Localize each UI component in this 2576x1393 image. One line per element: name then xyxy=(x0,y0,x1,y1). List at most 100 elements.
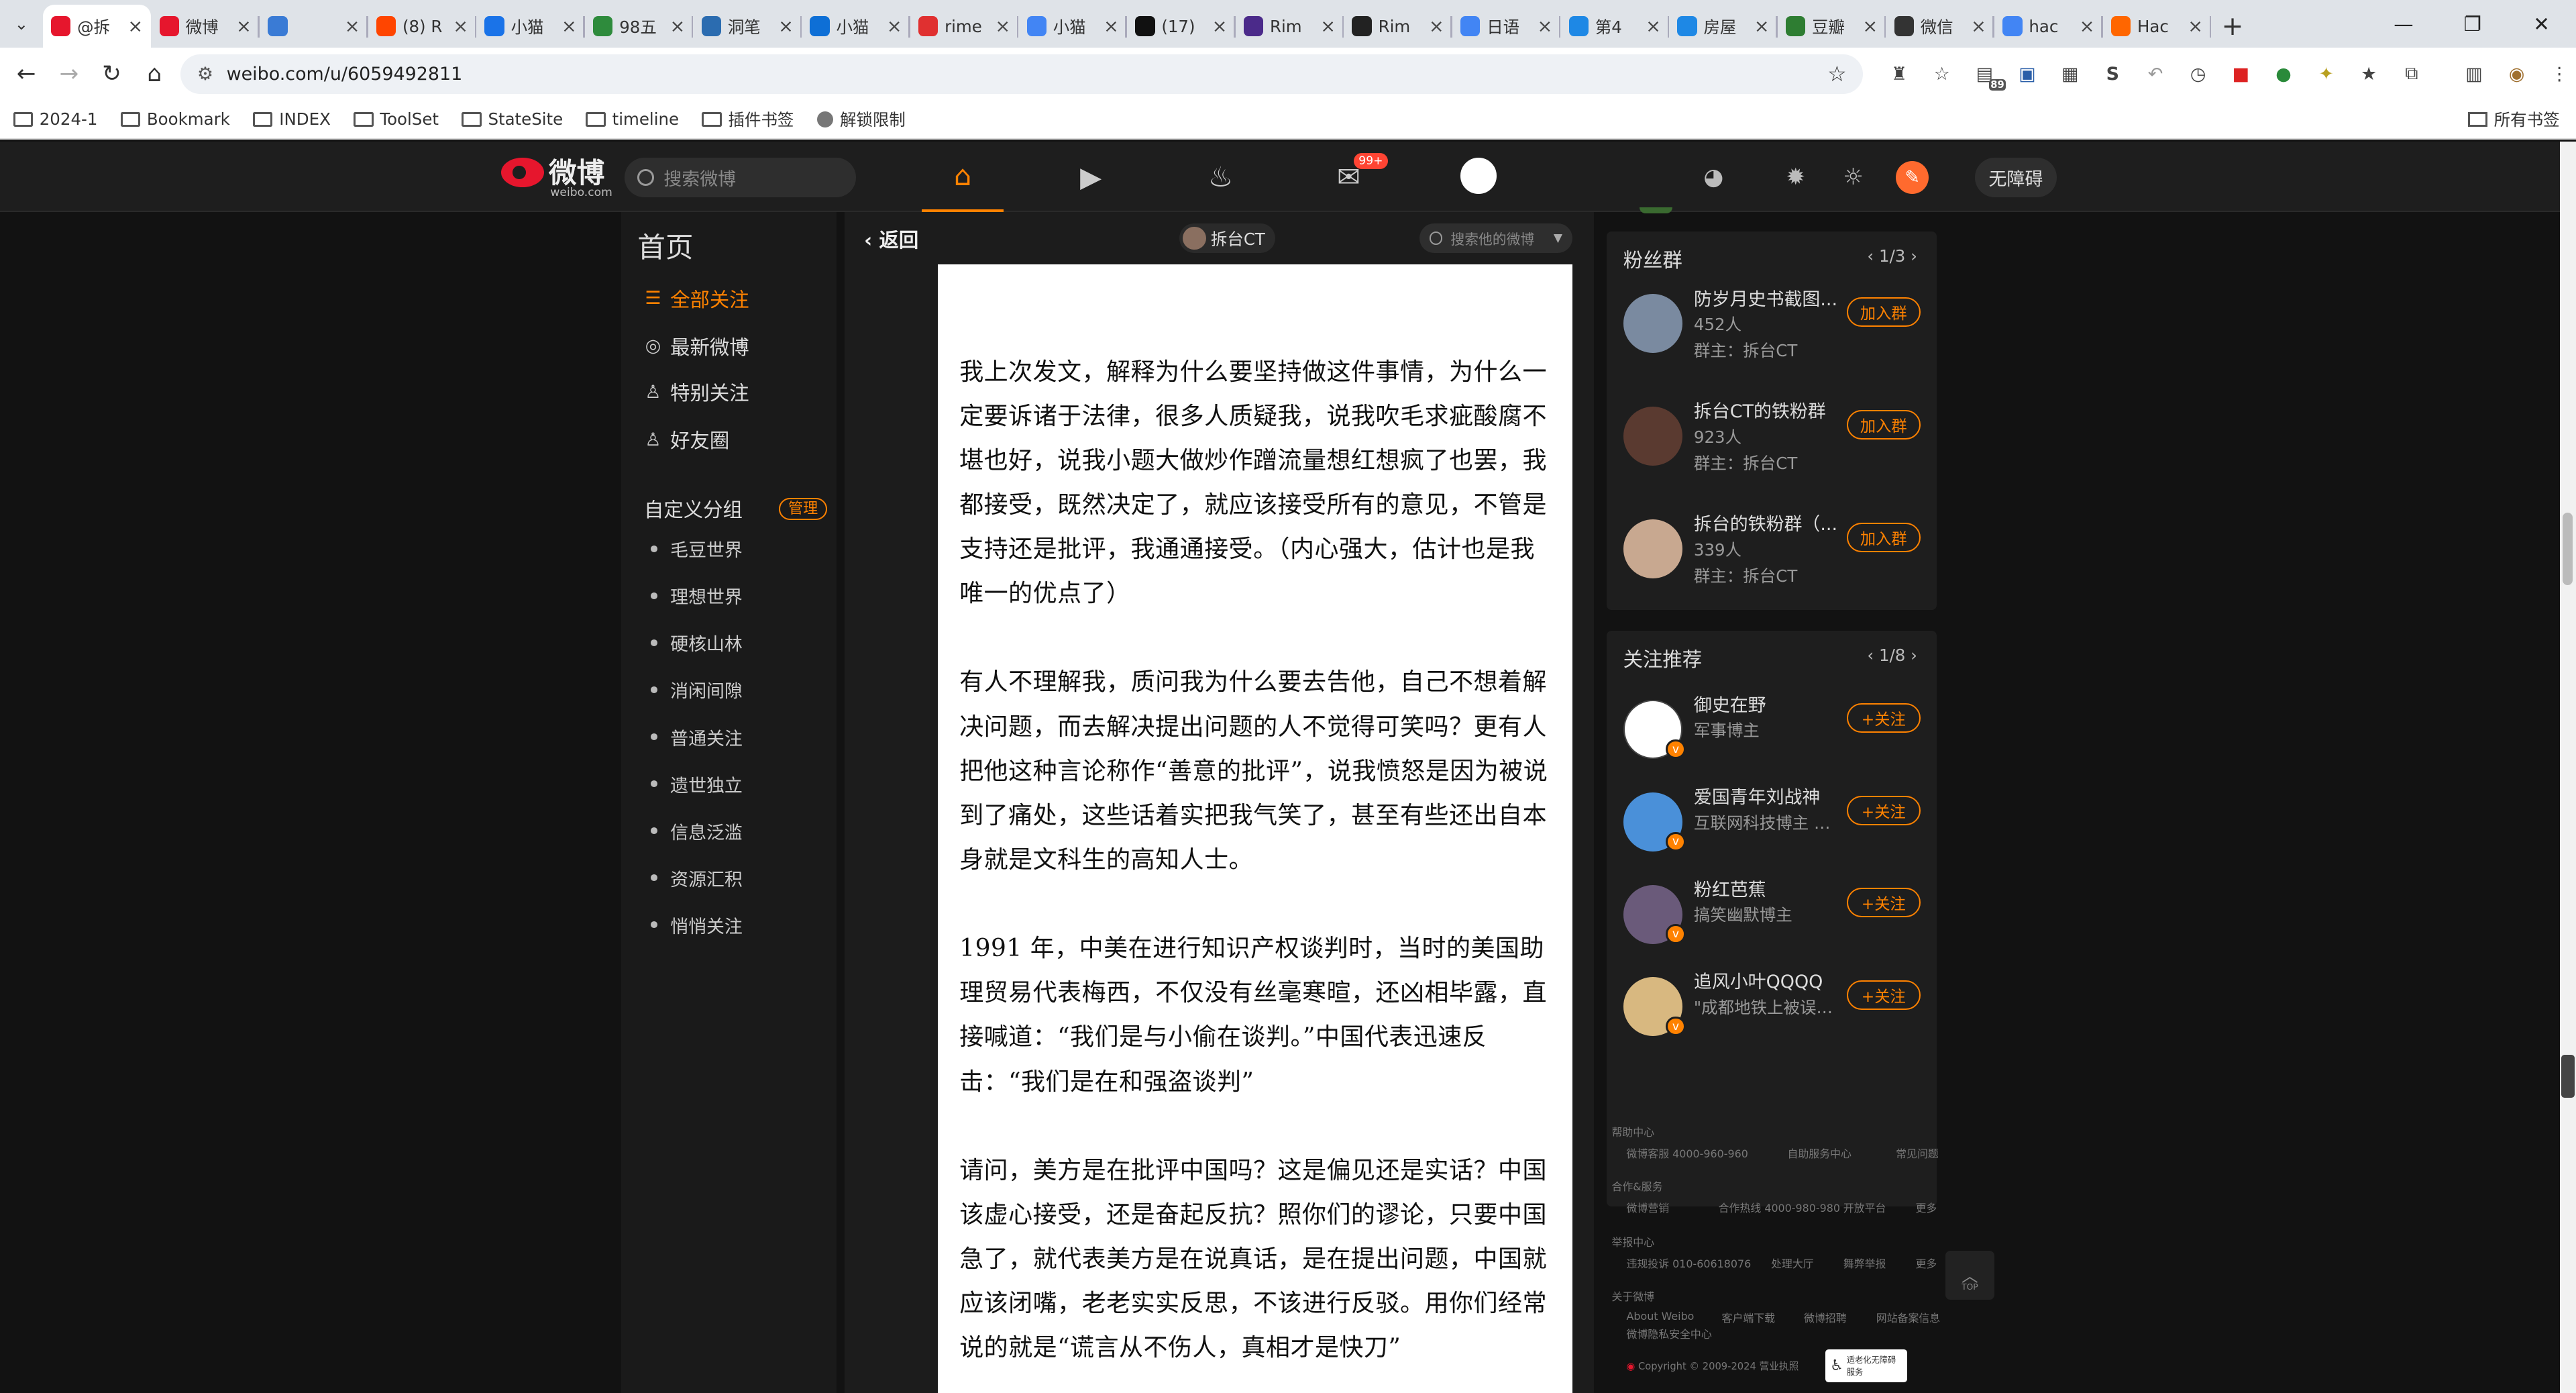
recommend-name[interactable]: 御史在野 xyxy=(1694,690,1839,717)
recommend-row[interactable]: v 御史在野 军事博主 +关注 xyxy=(1623,690,1927,782)
tab-search-button[interactable]: ⌄ xyxy=(0,0,43,48)
menu-icon[interactable]: ⋮ xyxy=(2541,58,2576,91)
tab-close-icon[interactable]: × xyxy=(561,16,577,37)
weibo-logo[interactable]: 微博 weibo.com xyxy=(500,158,612,199)
browser-tab[interactable]: 日语 × xyxy=(1452,5,1561,48)
join-group-button[interactable]: 加入群 xyxy=(1846,522,1921,552)
nav-home[interactable]: ⌂ xyxy=(921,142,1004,212)
sidebar-item-friends[interactable]: ♙ 好友圈 xyxy=(644,425,729,454)
browser-tab[interactable]: 第4 × xyxy=(1560,5,1670,48)
sidebar-group-item[interactable]: 资源汇积 xyxy=(651,865,743,891)
browser-tab[interactable]: 微信 × xyxy=(1886,5,1994,48)
tab-close-icon[interactable]: × xyxy=(2188,16,2203,37)
nav-messages[interactable]: ✉ 99+ xyxy=(1307,142,1389,212)
browser-tab[interactable]: Rim × xyxy=(1344,5,1452,48)
extension-icon[interactable]: ↶ xyxy=(2137,58,2174,91)
tab-close-icon[interactable]: × xyxy=(128,16,144,37)
address-bar[interactable]: ⚙ weibo.com/u/6059492811 ☆ xyxy=(180,54,1864,94)
nav-video[interactable]: ▶ xyxy=(1050,142,1132,212)
sidebar-group-item[interactable]: 硬核山林 xyxy=(651,629,743,656)
tab-close-icon[interactable]: × xyxy=(1212,16,1228,37)
join-group-button[interactable]: 加入群 xyxy=(1846,409,1921,440)
author-chip[interactable]: 拆台CT xyxy=(1179,223,1275,254)
extension-badge-icon[interactable]: ▤ 89 xyxy=(1966,58,2006,91)
page-scrollbar[interactable] xyxy=(2559,141,2576,1393)
browser-tab[interactable]: 小猫 × xyxy=(1018,5,1127,48)
elderly-accessibility-badge[interactable]: ♿ 适老化无障碍服务 xyxy=(1825,1349,1908,1382)
tab-close-icon[interactable]: × xyxy=(1429,16,1444,37)
sidebar-item-all-follow[interactable]: ☰ 全部关注 xyxy=(644,285,749,313)
recommend-row[interactable]: v 粉红芭蕉 搞笑幽默博主 +关注 xyxy=(1623,875,1927,967)
history-icon[interactable]: ◷ xyxy=(2180,58,2216,91)
footer-link[interactable]: 自助服务中心 xyxy=(1787,1145,1851,1161)
follow-button[interactable]: +关注 xyxy=(1846,703,1921,733)
join-group-button[interactable]: 加入群 xyxy=(1846,297,1921,327)
home-icon[interactable]: ⌂ xyxy=(133,60,176,87)
footer-link[interactable]: 微博隐私安全中心 xyxy=(1626,1326,1711,1341)
nav-hot[interactable]: ♨ xyxy=(1179,142,1261,212)
caret-down-icon[interactable]: ▼ xyxy=(1554,231,1562,245)
tab-close-icon[interactable]: × xyxy=(2080,16,2095,37)
sidebar-group-item[interactable]: 遗世独立 xyxy=(651,771,743,797)
footer-link[interactable]: About Weibo xyxy=(1626,1310,1694,1323)
restore-button[interactable]: ❐ xyxy=(2438,0,2507,48)
recommend-pager[interactable]: ‹ 1/8 › xyxy=(1867,646,1917,665)
sidebar-group-item[interactable]: 悄悄关注 xyxy=(651,912,743,938)
bookmark-item[interactable]: 2024-1 xyxy=(13,109,97,129)
bookmark-star-icon[interactable]: ☆ xyxy=(1827,61,1847,87)
sidebar-group-item[interactable]: 普通关注 xyxy=(651,724,743,750)
puzzle-icon[interactable]: ⧉ xyxy=(2394,58,2430,91)
sidebar-item-latest[interactable]: ◎ 最新微博 xyxy=(644,332,749,360)
scrollbar-thumb[interactable] xyxy=(2563,513,2573,585)
tab-close-icon[interactable]: × xyxy=(996,16,1011,37)
extension-icon[interactable]: ▣ xyxy=(2009,58,2045,91)
footer-link[interactable]: 舞弊举报 xyxy=(1843,1255,1886,1271)
fan-groups-pager[interactable]: ‹ 1/3 › xyxy=(1867,246,1917,266)
tab-close-icon[interactable]: × xyxy=(887,16,902,37)
tab-close-icon[interactable]: × xyxy=(1971,16,1986,37)
minimize-button[interactable]: — xyxy=(2369,0,2438,48)
footer-link[interactable]: 网站备案信息 xyxy=(1876,1310,1940,1325)
extension-icon[interactable]: ☆ xyxy=(1924,58,1960,91)
tab-close-icon[interactable]: × xyxy=(670,16,686,37)
group-name[interactable]: 防岁月史书截图... xyxy=(1694,285,1839,311)
browser-tab[interactable]: (17) × xyxy=(1127,5,1236,48)
fan-group-row[interactable]: 拆台的铁粉群（... 339人 群主：拆台CT 加入群 xyxy=(1623,509,1927,601)
tab-close-icon[interactable]: × xyxy=(778,16,794,37)
bookmark-item[interactable]: ToolSet xyxy=(354,109,439,129)
browser-tab[interactable]: 房屋 × xyxy=(1669,5,1778,48)
footer-link[interactable]: 常见问题 xyxy=(1896,1145,1939,1161)
settings-icon[interactable]: ✹ xyxy=(1776,158,1815,197)
follow-button[interactable]: +关注 xyxy=(1846,980,1921,1011)
weibo-search-input[interactable]: 搜索微博 xyxy=(624,158,856,197)
game-icon[interactable]: ◕ xyxy=(1694,158,1733,197)
sidebar-group-item[interactable]: 理想世界 xyxy=(651,582,743,609)
bookmark-item[interactable]: INDEX xyxy=(253,109,331,129)
browser-tab[interactable]: 洞笔 × xyxy=(693,5,802,48)
profile-search-input[interactable]: 搜索他的微博 ▼ xyxy=(1419,223,1572,254)
user-avatar[interactable] xyxy=(1460,158,1497,194)
recommend-name[interactable]: 爱国青年刘战神 xyxy=(1694,782,1839,809)
extension-icon[interactable]: S xyxy=(2094,58,2131,91)
sidebar-group-item[interactable]: 毛豆世界 xyxy=(651,535,743,562)
bookmark-item[interactable]: timeline xyxy=(586,109,679,129)
recommend-name[interactable]: 追风小叶QQQQ xyxy=(1694,967,1839,993)
tab-close-icon[interactable]: × xyxy=(1538,16,1553,37)
footer-link[interactable]: 微博营销 xyxy=(1626,1200,1669,1215)
browser-tab[interactable]: 98五 × xyxy=(585,5,694,48)
fan-group-row[interactable]: 拆台CT的铁粉群 923人 群主：拆台CT 加入群 xyxy=(1623,397,1927,488)
footer-link[interactable]: 合作热线 4000-980-980 xyxy=(1719,1200,1840,1215)
footer-link[interactable]: 处理大厅 xyxy=(1771,1255,1814,1271)
group-name[interactable]: 拆台CT的铁粉群 xyxy=(1694,397,1839,423)
compose-icon[interactable]: ✎ xyxy=(1896,160,1929,194)
extension-icon[interactable]: ● xyxy=(2265,58,2302,91)
tab-close-icon[interactable]: × xyxy=(345,16,360,37)
browser-tab[interactable]: Hac × xyxy=(2103,5,2212,48)
footer-link[interactable]: 微博客服 4000-960-960 xyxy=(1626,1145,1748,1161)
tab-close-icon[interactable]: × xyxy=(1104,16,1119,37)
tab-close-icon[interactable]: × xyxy=(1863,16,1878,37)
footer-link[interactable]: 更多 xyxy=(1916,1255,1937,1271)
bookmark-item[interactable]: Bookmark xyxy=(120,109,230,129)
tab-close-icon[interactable]: × xyxy=(1646,16,1661,37)
close-window-button[interactable]: ✕ xyxy=(2507,0,2576,48)
